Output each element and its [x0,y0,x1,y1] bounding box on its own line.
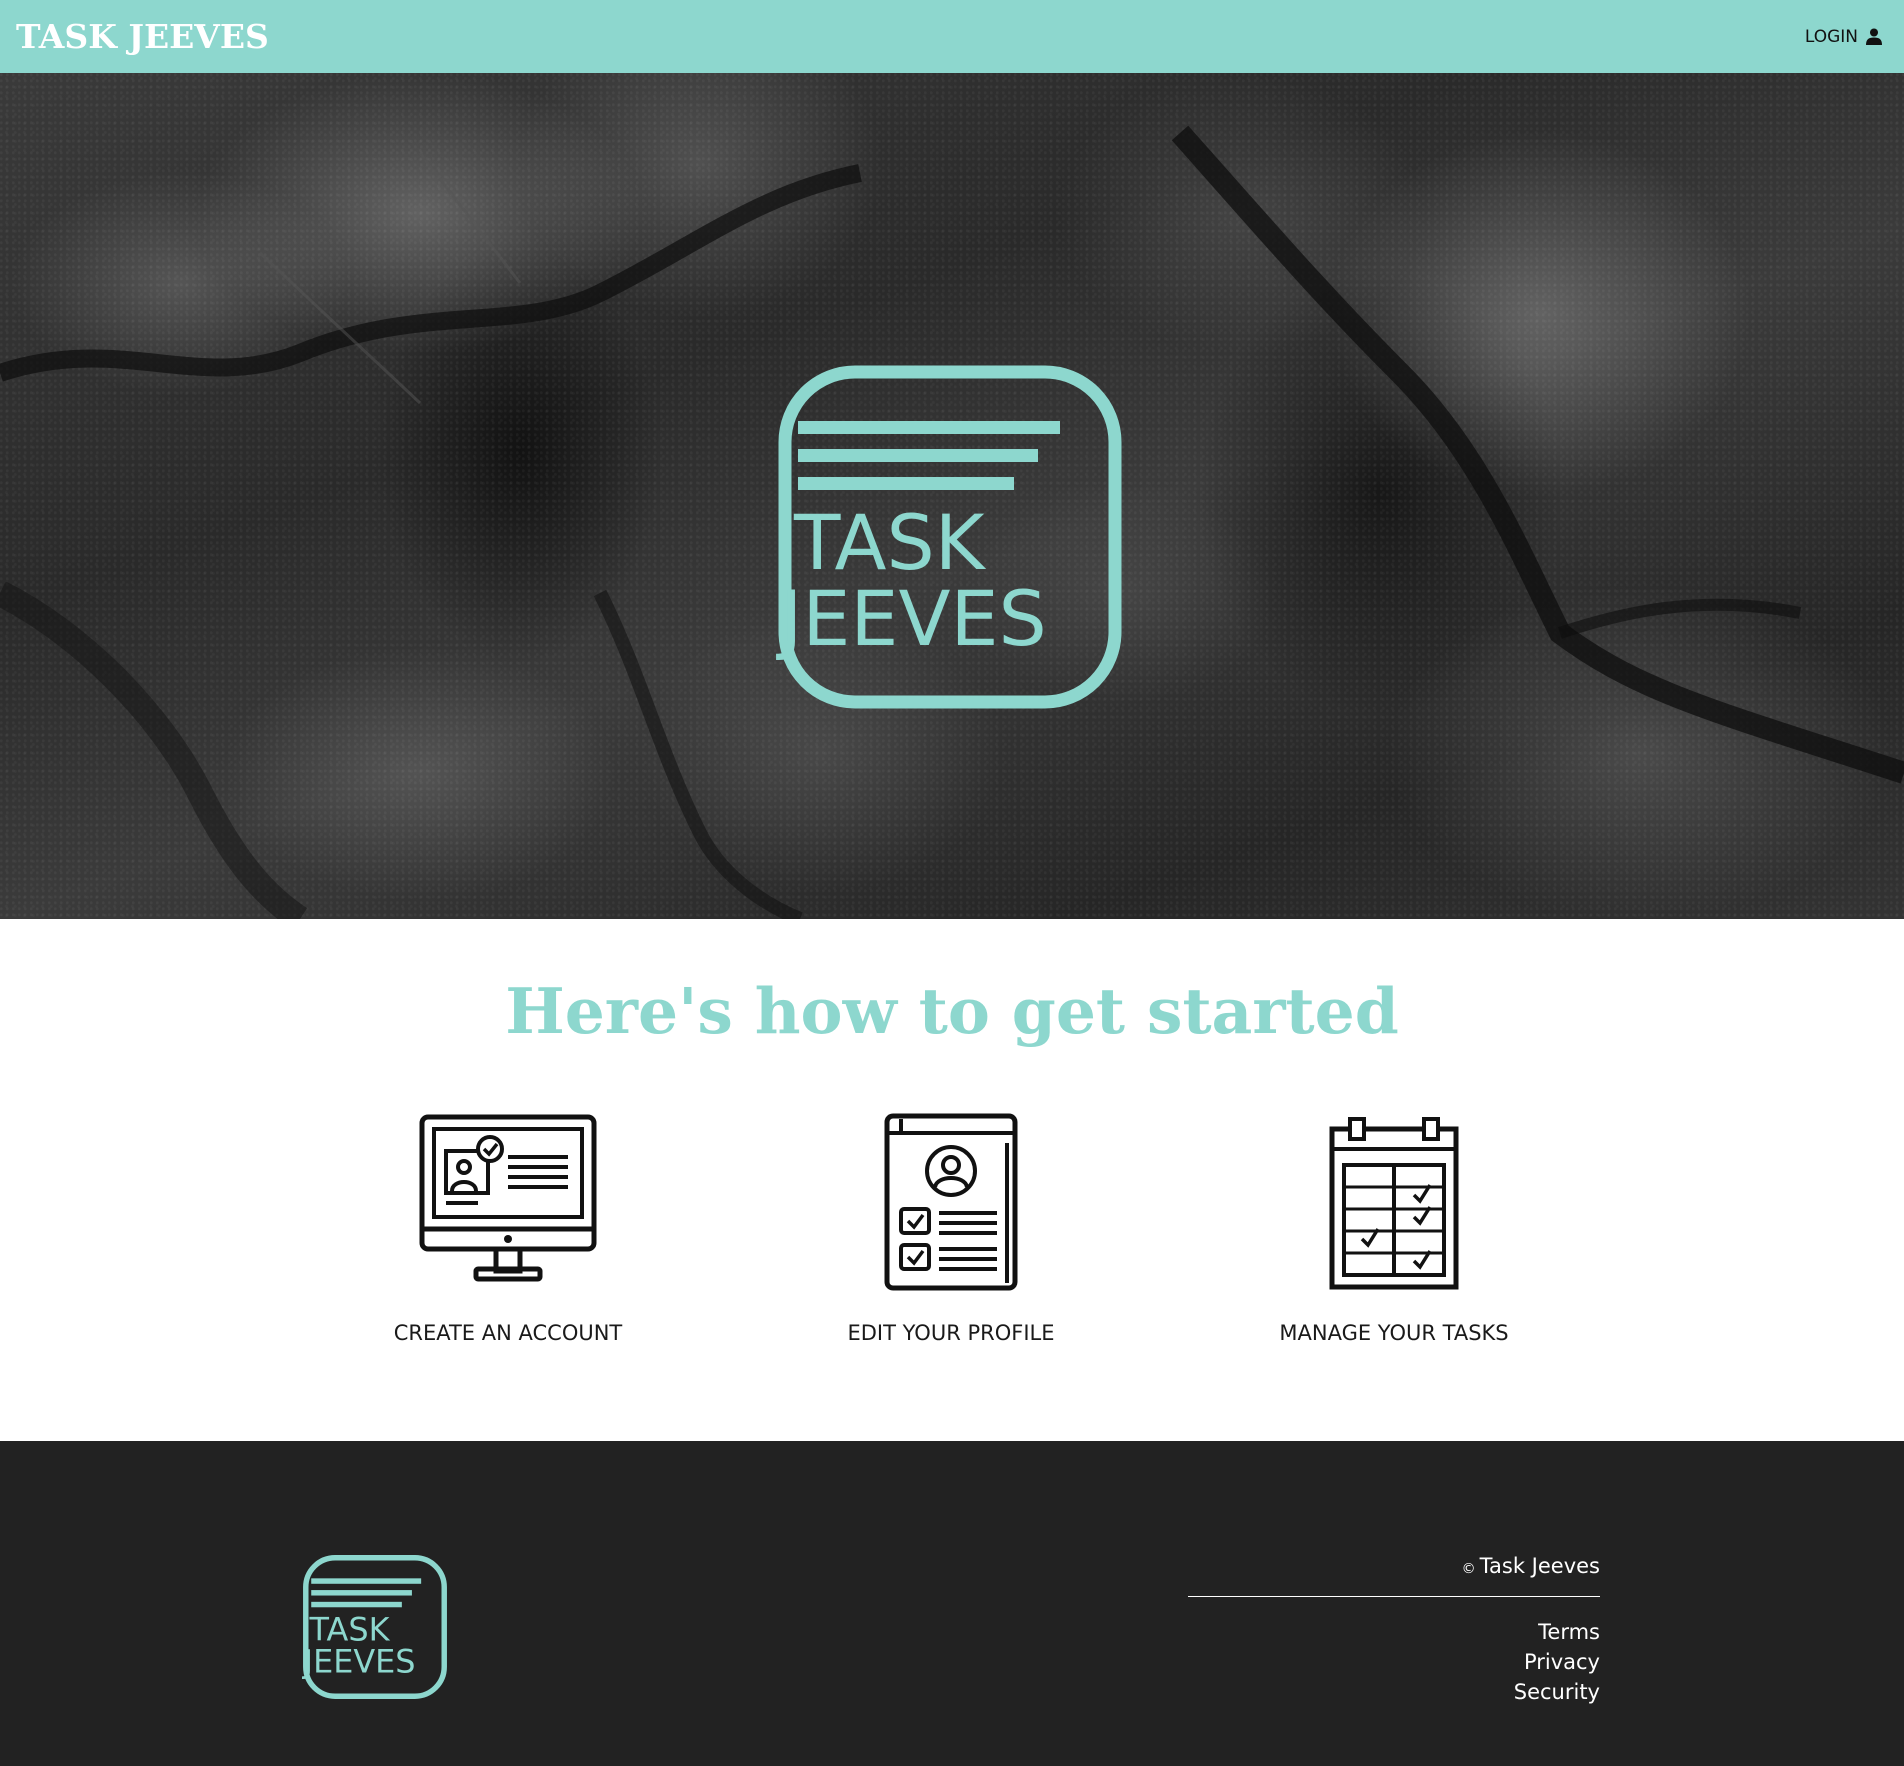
footer-logo-icon: TASK JEEVES [302,1555,447,1699]
monitor-account-icon [419,1114,597,1282]
hero-banner: TASK JEEVES [0,73,1904,919]
brand-link[interactable]: TASK JEEVES [16,0,269,73]
footer-divider [1188,1596,1600,1597]
footer-logo-line2: JEEVES [302,1642,416,1680]
step-manage-tasks: MANAGE YOUR TASKS [1244,1113,1544,1345]
footer-right-column: © Task Jeeves Terms Privacy Security [1188,1554,1600,1707]
login-label: LOGIN [1804,26,1858,47]
profile-document-icon [884,1113,1018,1291]
top-navbar: TASK JEEVES LOGIN [0,0,1904,73]
step-label: EDIT YOUR PROFILE [847,1321,1055,1345]
login-link[interactable]: LOGIN [1805,27,1882,47]
hero-logo-icon: TASK JEEVES [776,365,1122,709]
step-label: CREATE AN ACCOUNT [393,1321,623,1345]
copyright-icon: © [1461,1561,1476,1577]
terms-link[interactable]: Terms [1188,1617,1600,1647]
privacy-link[interactable]: Privacy [1188,1647,1600,1677]
page: TASK JEEVES LOGIN TASK JEEVES Here's how… [0,0,1904,1766]
calendar-checklist-icon [1329,1117,1459,1290]
step-edit-profile: EDIT YOUR PROFILE [801,1113,1101,1345]
step-create-account: CREATE AN ACCOUNT [358,1113,658,1345]
security-link[interactable]: Security [1188,1677,1600,1707]
copyright-text: Task Jeeves [1479,1554,1600,1578]
getting-started-title: Here's how to get started [505,974,1399,1048]
hero-logo-line2: JEEVES [776,574,1047,663]
step-label: MANAGE YOUR TASKS [1279,1321,1509,1345]
footer-links: Terms Privacy Security [1188,1617,1600,1707]
copyright: © Task Jeeves [1188,1554,1600,1578]
footer: TASK JEEVES © Task Jeeves Terms Privacy … [0,1441,1904,1766]
user-icon [1866,28,1882,45]
